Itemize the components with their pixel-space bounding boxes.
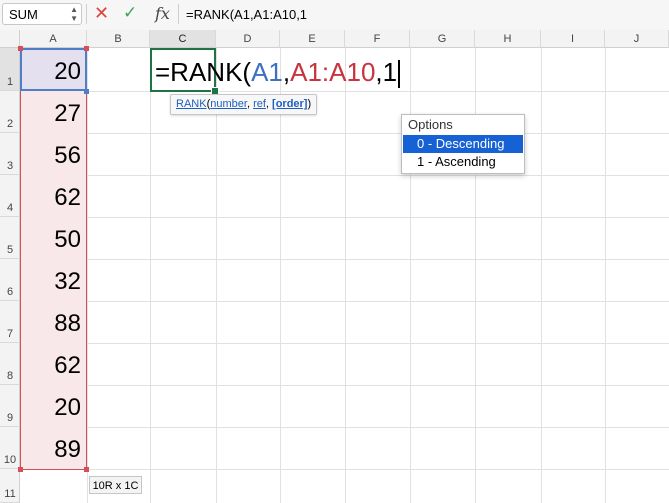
column-header-e[interactable]: E [280, 30, 345, 48]
column-header-a[interactable]: A [20, 30, 87, 48]
grid-line [605, 48, 606, 503]
cell-a4[interactable]: 62 [20, 184, 81, 212]
option-descending[interactable]: 0 - Descending [403, 135, 523, 153]
row-number: 1 [6, 76, 14, 88]
formula-input[interactable]: =RANK(A1,A1:A10,1 [186, 7, 307, 22]
row-number: 9 [6, 412, 14, 424]
row-header-7[interactable]: 7 [0, 301, 20, 343]
cell-a7[interactable]: 88 [20, 310, 81, 338]
tooltip-arg-ref[interactable]: ref [253, 98, 266, 110]
formula-comma: , [375, 57, 383, 87]
grid-line [87, 48, 88, 503]
cell-resize-handle[interactable] [84, 89, 89, 94]
row-number: 3 [6, 160, 14, 172]
cell-a1[interactable]: 20 [20, 58, 81, 86]
row-header-11[interactable]: 11 [0, 469, 20, 503]
grid-line [20, 259, 669, 260]
grid-line [20, 133, 669, 134]
function-help-link[interactable]: RANK [176, 98, 207, 110]
formula-prefix: =RANK( [155, 57, 252, 87]
grid-line [541, 48, 542, 503]
grid-line [216, 48, 217, 503]
row-header-2[interactable]: 2 [0, 91, 20, 133]
formula-ref-a1: A1 [251, 57, 283, 87]
row-number: 11 [4, 488, 16, 500]
formula-bar: SUM ▲ ▼ ✕ ✓ fx =RANK(A1,A1:A10,1 [0, 0, 669, 31]
column-header-c[interactable]: C [150, 30, 216, 48]
grid-line [20, 427, 669, 428]
insert-function-icon[interactable]: fx [155, 4, 170, 23]
grid-line [20, 385, 669, 386]
cell-a8[interactable]: 62 [20, 352, 81, 380]
range-resize-handle[interactable] [18, 46, 23, 51]
grid-line [20, 217, 669, 218]
grid-line [20, 175, 669, 176]
cell-editor[interactable]: =RANK(A1,A1:A10,1 [155, 57, 401, 89]
range-resize-handle[interactable] [84, 46, 89, 51]
row-header-9[interactable]: 9 [0, 385, 20, 427]
row-number: 7 [6, 328, 14, 340]
grid-line [20, 469, 669, 470]
formula-ref-a1-a10: A1:A10 [290, 57, 376, 87]
cell-a9[interactable]: 20 [20, 394, 81, 422]
name-box-arrows-icon[interactable]: ▲ ▼ [70, 5, 78, 23]
name-box-value: SUM [9, 7, 38, 22]
row-number: 4 [6, 202, 14, 214]
tooltip-paren: ) [307, 98, 312, 110]
row-number: 5 [6, 244, 14, 256]
row-header-4[interactable]: 4 [0, 175, 20, 217]
row-number: 6 [6, 286, 14, 298]
range-resize-handle[interactable] [84, 467, 89, 472]
tooltip-arg-number[interactable]: number [210, 98, 247, 110]
cell-a10[interactable]: 89 [20, 436, 81, 464]
divider [178, 4, 179, 24]
row-header-10[interactable]: 10 [0, 427, 20, 469]
name-box[interactable]: SUM ▲ ▼ [2, 3, 82, 25]
row-header-1[interactable]: 1 [0, 48, 20, 91]
column-header-d[interactable]: D [216, 30, 280, 48]
order-options-dropdown: Options 0 - Descending 1 - Ascending [401, 114, 525, 174]
cell-a5[interactable]: 50 [20, 226, 81, 254]
cell-a2[interactable]: 27 [20, 100, 81, 128]
row-header-8[interactable]: 8 [0, 343, 20, 385]
cancel-icon[interactable]: ✕ [94, 3, 109, 24]
row-number: 2 [6, 118, 14, 130]
column-header-f[interactable]: F [345, 30, 410, 48]
column-header-g[interactable]: G [410, 30, 475, 48]
row-number: 8 [6, 370, 14, 382]
cell-a3[interactable]: 56 [20, 142, 81, 170]
grid-line [345, 48, 346, 503]
text-caret [398, 60, 401, 89]
row-header-5[interactable]: 5 [0, 217, 20, 259]
confirm-icon[interactable]: ✓ [123, 3, 137, 23]
row-header-3[interactable]: 3 [0, 133, 20, 175]
row-header-6[interactable]: 6 [0, 259, 20, 301]
row-number: 10 [3, 454, 17, 466]
formula-arg-order: 1 [382, 57, 398, 87]
column-header-j[interactable]: J [605, 30, 669, 48]
select-all-corner[interactable] [0, 30, 20, 48]
grid-line [150, 48, 151, 503]
tooltip-arg-order[interactable]: [order] [272, 98, 307, 110]
grid-line [280, 48, 281, 503]
grid-line [20, 301, 669, 302]
grid-line [20, 343, 669, 344]
option-ascending[interactable]: 1 - Ascending [403, 153, 523, 171]
function-tooltip: RANK(number, ref, [order]) [170, 94, 318, 115]
divider [86, 4, 87, 24]
column-header-i[interactable]: I [541, 30, 605, 48]
range-resize-handle[interactable] [18, 467, 23, 472]
cell-a6[interactable]: 32 [20, 268, 81, 296]
selection-size-badge: 10R x 1C [89, 476, 142, 494]
options-title: Options [408, 117, 453, 132]
column-header-b[interactable]: B [87, 30, 150, 48]
column-header-h[interactable]: H [475, 30, 541, 48]
grid-line [20, 91, 669, 92]
